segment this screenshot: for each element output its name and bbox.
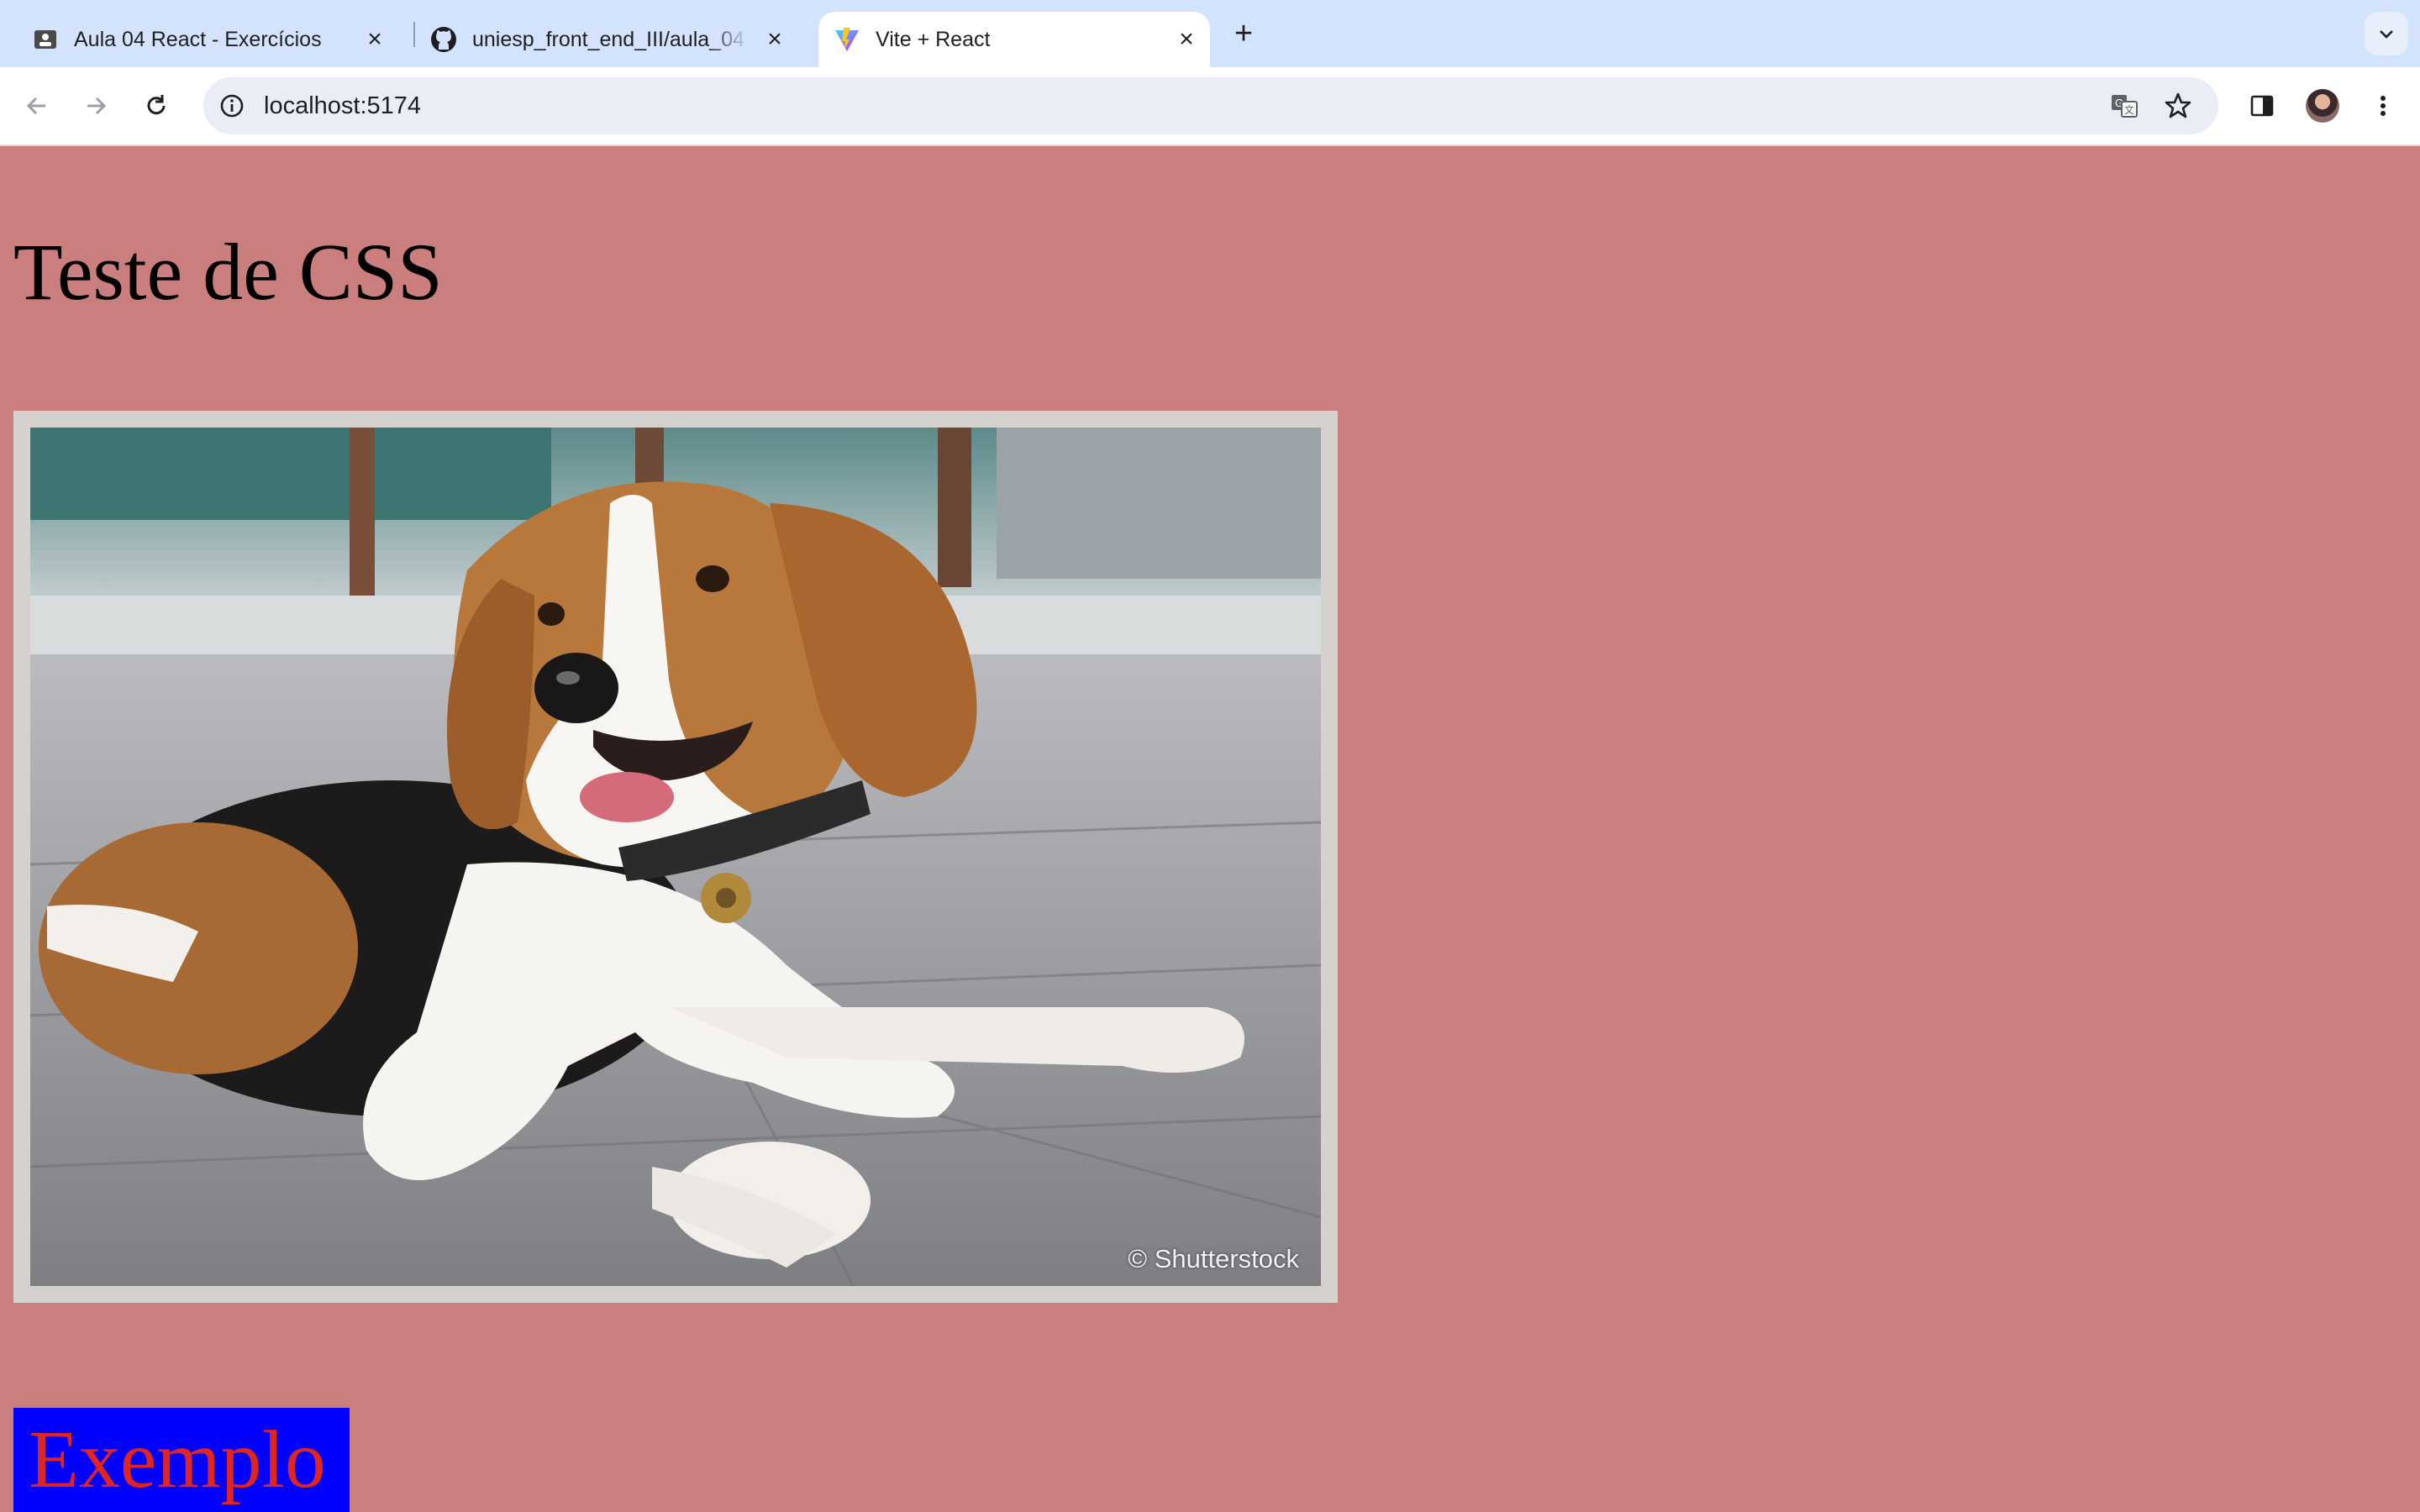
close-icon[interactable]: ×	[1171, 24, 1202, 55]
back-button[interactable]	[17, 86, 57, 126]
classroom-icon	[32, 26, 59, 53]
forward-button[interactable]	[76, 86, 116, 126]
translate-icon[interactable]: G文	[2107, 89, 2141, 123]
arrow-left-icon	[26, 97, 45, 115]
tab-title: Aula 04 React - Exercícios	[74, 27, 322, 51]
new-tab-button[interactable]: +	[1227, 16, 1260, 51]
close-icon[interactable]: ×	[760, 24, 790, 55]
tab-title: Vite + React	[876, 27, 991, 51]
image-frame: © Shutterstock	[13, 411, 1338, 1303]
menu-button[interactable]	[2363, 86, 2403, 126]
url-text[interactable]: localhost:5174	[264, 77, 421, 134]
side-panel-button[interactable]	[2242, 86, 2282, 126]
tab-title: uniesp_front_end_III/aula_04	[472, 27, 744, 51]
arrow-right-icon	[87, 97, 107, 115]
side-panel-icon	[2250, 95, 2274, 117]
page-title: Teste de CSS	[13, 227, 443, 317]
tab-github[interactable]: uniesp_front_end_III/aula_04 ×	[427, 12, 805, 67]
svg-text:文: 文	[2124, 103, 2134, 116]
page-content: Teste de CSS © Shutterstock Exemplo	[0, 146, 2420, 1512]
close-icon[interactable]: ×	[360, 24, 390, 55]
image-watermark: © Shutterstock	[1128, 1244, 1299, 1273]
github-icon	[430, 26, 457, 53]
tab-vite-react[interactable]: Vite + React ×	[818, 12, 1210, 67]
tab-strip: Aula 04 React - Exercícios × uniesp_fron…	[0, 0, 2420, 67]
profile-button[interactable]	[2302, 86, 2343, 126]
more-vert-icon	[2381, 96, 2386, 116]
tab-separator	[413, 22, 415, 47]
reload-button[interactable]	[136, 86, 176, 126]
bookmark-star-icon[interactable]	[2161, 89, 2195, 123]
site-info-icon[interactable]	[215, 89, 249, 123]
vite-icon	[834, 26, 860, 53]
tab-aula-04[interactable]: Aula 04 React - Exercícios ×	[24, 12, 402, 67]
reload-icon	[147, 95, 166, 115]
example-text-box: Exemplo	[13, 1408, 350, 1512]
browser-toolbar: localhost:5174 G文	[0, 67, 2420, 146]
chevron-down-icon	[2380, 30, 2393, 39]
beagle-photo: © Shutterstock	[30, 428, 1321, 1286]
address-bar[interactable]: localhost:5174 G文	[203, 77, 2218, 134]
avatar	[2306, 89, 2339, 123]
tab-search-button[interactable]	[2365, 12, 2408, 55]
